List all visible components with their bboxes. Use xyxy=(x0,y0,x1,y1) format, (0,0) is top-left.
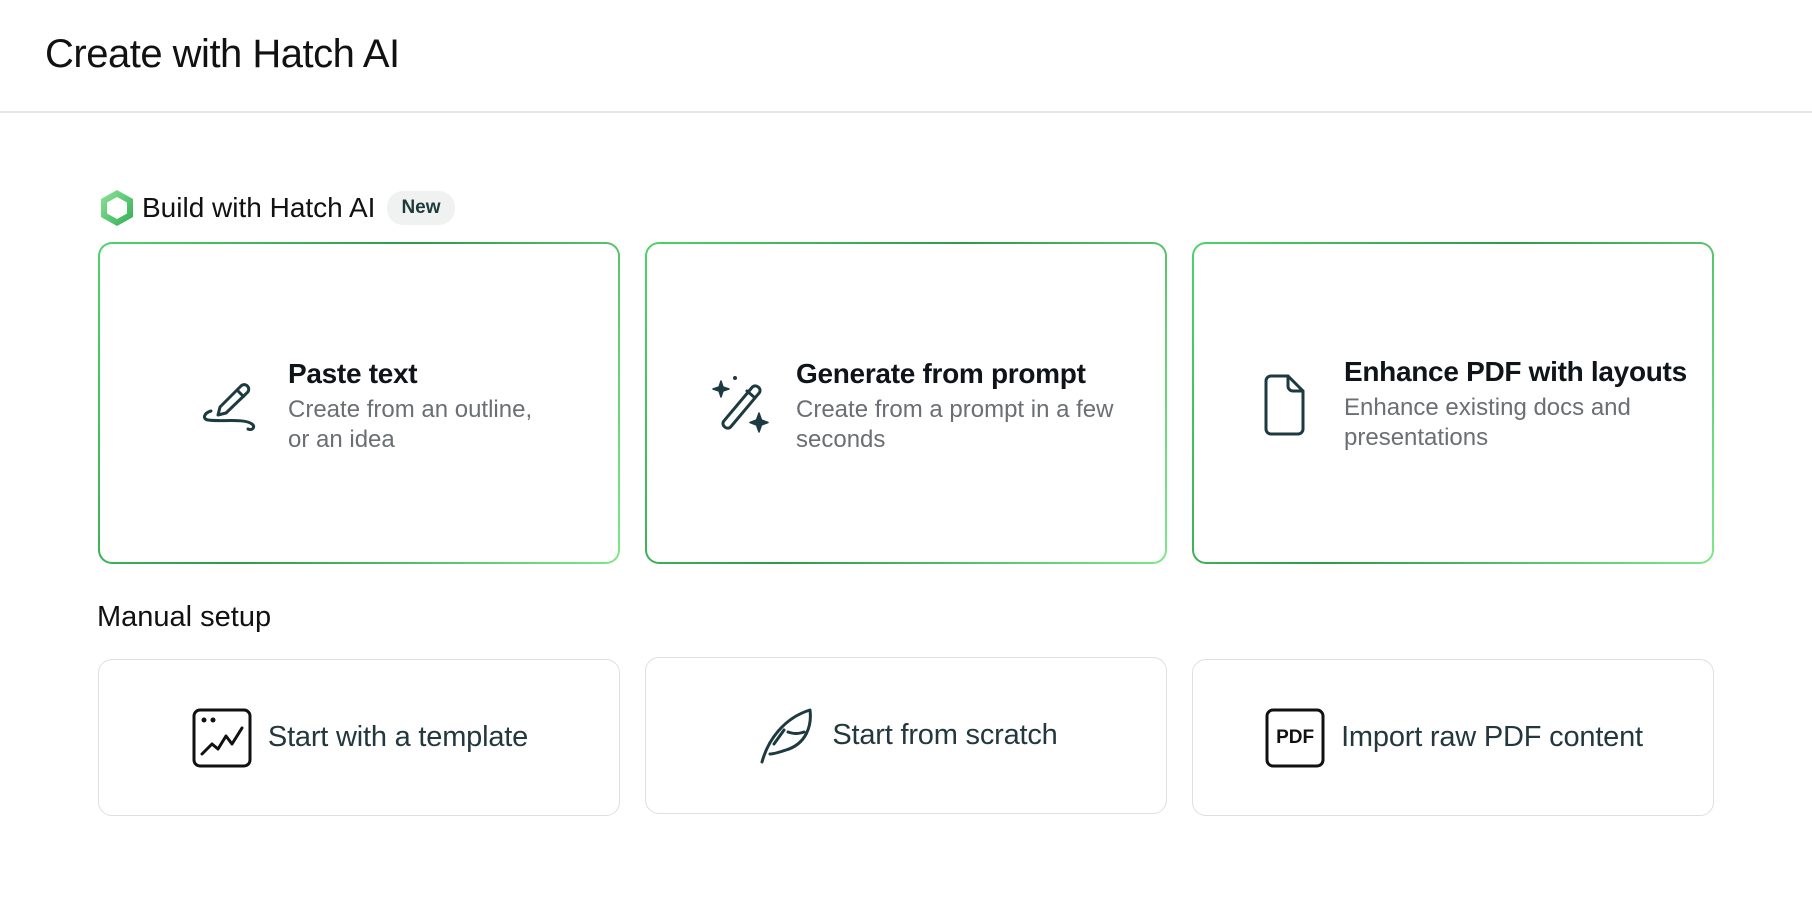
feather-icon xyxy=(754,704,818,768)
pdf-icon-text: PDF xyxy=(1276,726,1315,748)
paste-text-card[interactable]: Paste text Create from an outline, or an… xyxy=(98,242,620,564)
paste-text-description-line-2: or an idea xyxy=(288,426,395,453)
pdf-icon: PDF xyxy=(1263,706,1327,770)
new-badge: New xyxy=(387,191,455,225)
enhance-pdf-title: Enhance PDF with layouts xyxy=(1344,356,1687,387)
generate-from-prompt-title: Generate from prompt xyxy=(796,358,1086,389)
ai-section-title: Build with Hatch AI xyxy=(142,192,376,223)
template-chart-icon xyxy=(190,706,254,770)
ai-section-header: Build with Hatch AI New xyxy=(98,184,455,232)
generate-from-prompt-card[interactable]: Generate from prompt Create from a promp… xyxy=(645,242,1167,564)
page-header: Create with Hatch AI xyxy=(0,0,1812,113)
generate-from-prompt-description-line-1: Create from a prompt in a few xyxy=(796,396,1114,423)
enhance-pdf-description-line-2: presentations xyxy=(1344,424,1489,451)
paste-text-title: Paste text xyxy=(288,358,418,389)
document-icon xyxy=(1250,369,1320,439)
generate-from-prompt-description: Create from a prompt in a few seconds xyxy=(796,395,1113,455)
paste-text-description-line-1: Create from an outline, xyxy=(288,396,533,423)
start-from-scratch-button[interactable]: Start from scratch xyxy=(645,657,1167,814)
enhance-pdf-description-line-1: Enhance existing docs and xyxy=(1344,394,1631,421)
generate-from-prompt-text: Generate from prompt Create from a promp… xyxy=(796,356,1113,455)
hatch-hexagon-icon xyxy=(98,188,136,228)
start-with-template-label: Start with a template xyxy=(267,721,529,753)
enhance-pdf-description: Enhance existing docs and presentations xyxy=(1344,393,1687,453)
start-from-scratch-label: Start from scratch xyxy=(832,719,1058,751)
import-raw-pdf-label: Import raw PDF content xyxy=(1341,721,1643,753)
page-title: Create with Hatch AI xyxy=(45,32,400,76)
enhance-pdf-card[interactable]: Enhance PDF with layouts Enhance existin… xyxy=(1192,242,1714,564)
magic-wand-icon xyxy=(707,369,777,439)
pen-scribble-icon xyxy=(194,369,264,439)
start-with-template-button[interactable]: Start with a template xyxy=(98,659,620,816)
import-raw-pdf-button[interactable]: PDF Import raw PDF content xyxy=(1192,659,1714,816)
paste-text-text: Paste text Create from an outline, or an… xyxy=(288,356,532,455)
paste-text-description: Create from an outline, or an idea xyxy=(288,395,532,455)
generate-from-prompt-description-line-2: seconds xyxy=(796,426,886,453)
enhance-pdf-text: Enhance PDF with layouts Enhance existin… xyxy=(1344,354,1687,453)
manual-setup-title: Manual setup xyxy=(97,601,272,633)
